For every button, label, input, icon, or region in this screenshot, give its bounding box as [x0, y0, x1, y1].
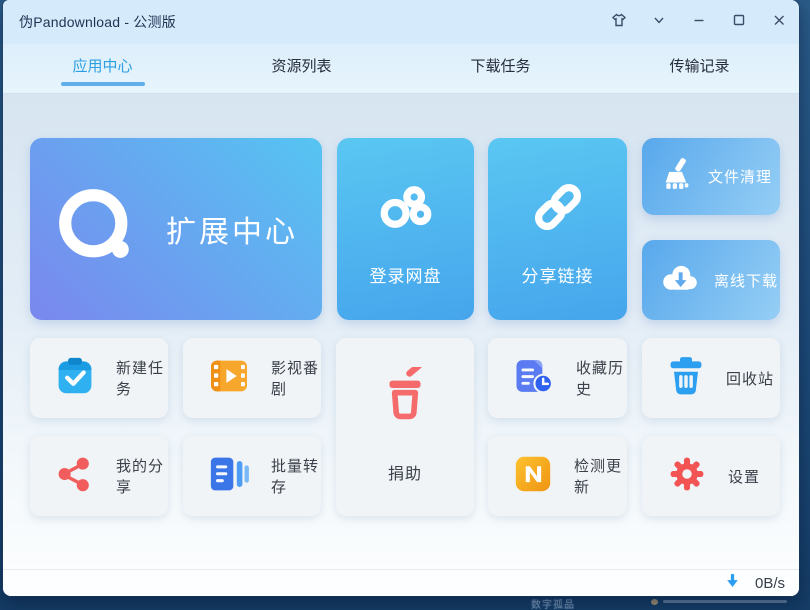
letter-n-badge-icon — [514, 455, 552, 498]
tab-label: 传输记录 — [669, 55, 729, 76]
close-button[interactable] — [759, 0, 799, 44]
tabbar: 应用中心 资源列表 下载任务 传输记录 — [3, 44, 799, 94]
tile-label: 检测更新 — [574, 455, 627, 497]
tab-app-center[interactable]: 应用中心 — [3, 44, 202, 93]
tile-movies[interactable]: 影视番剧 — [183, 338, 321, 418]
pages-bars-icon — [209, 455, 249, 498]
tab-transfer-records[interactable]: 传输记录 — [600, 44, 799, 93]
tile-label: 新建任务 — [116, 357, 168, 399]
drink-cup-icon — [380, 366, 430, 428]
theme-skin-button[interactable] — [599, 0, 639, 44]
desktop-artifact-dot — [651, 599, 658, 605]
tile-settings[interactable]: 设置 — [642, 436, 780, 516]
tile-label: 登录网盘 — [370, 262, 442, 287]
cloud-download-icon — [660, 262, 700, 298]
broom-icon — [660, 157, 694, 196]
tile-label: 捐助 — [388, 460, 422, 484]
tile-my-share[interactable]: 我的分享 — [30, 436, 168, 516]
theme-skin-icon — [611, 12, 627, 33]
tile-label: 影视番剧 — [271, 357, 321, 399]
maximize-button[interactable] — [719, 0, 759, 44]
tile-extension-center[interactable]: 扩展中心 — [30, 138, 322, 320]
titlebar: 伪Pandownload - 公测版 — [3, 0, 799, 44]
tile-file-clean[interactable]: 文件清理 — [642, 138, 780, 215]
app-center-content: 扩展中心 登录网盘 分 — [3, 94, 799, 569]
download-speed: 0B/s — [755, 575, 785, 592]
tab-label: 下载任务 — [470, 55, 530, 76]
tile-label: 批量转存 — [271, 455, 321, 497]
tile-label: 分享链接 — [522, 262, 594, 287]
maximize-icon — [731, 12, 747, 33]
tile-label: 收藏历史 — [576, 357, 627, 399]
share-nodes-icon — [56, 455, 94, 498]
tile-share-link[interactable]: 分享链接 — [488, 138, 627, 320]
desktop-artifact-line — [663, 600, 787, 603]
tab-resource-list[interactable]: 资源列表 — [202, 44, 401, 93]
minimize-icon — [691, 12, 707, 33]
tile-label: 回收站 — [726, 368, 774, 389]
tile-login-netdisk[interactable]: 登录网盘 — [337, 138, 474, 320]
tile-label: 扩展中心 — [166, 207, 298, 251]
gear-icon — [668, 455, 706, 498]
tile-new-task[interactable]: 新建任务 — [30, 338, 168, 418]
chain-link-icon — [529, 152, 587, 262]
tile-label: 我的分享 — [116, 455, 168, 497]
tab-download-tasks[interactable]: 下载任务 — [401, 44, 600, 93]
close-icon — [771, 12, 787, 33]
app-window: 伪Pandownload - 公测版 — [3, 0, 799, 596]
chevron-down-icon — [651, 12, 667, 33]
document-clock-icon — [514, 357, 554, 400]
clipboard-check-icon — [56, 356, 94, 401]
netdisk-cloud-icon — [377, 152, 435, 262]
ring-icon — [54, 184, 140, 275]
tab-label: 应用中心 — [72, 55, 132, 76]
minimize-button[interactable] — [679, 0, 719, 44]
active-tab-underline — [61, 82, 145, 86]
download-arrow-icon — [726, 573, 739, 593]
tile-batch-save[interactable]: 批量转存 — [183, 436, 321, 516]
tile-check-update[interactable]: 检测更新 — [488, 436, 627, 516]
window-title: 伪Pandownload - 公测版 — [19, 12, 176, 32]
dropdown-button[interactable] — [639, 0, 679, 44]
tile-label: 离线下载 — [714, 270, 778, 291]
tab-label: 资源列表 — [271, 55, 331, 76]
tile-donate[interactable]: 捐助 — [336, 338, 474, 516]
titlebar-controls — [599, 0, 799, 44]
tile-label: 设置 — [728, 466, 760, 487]
tile-offline-download[interactable]: 离线下载 — [642, 240, 780, 320]
statusbar: 0B/s — [3, 569, 799, 596]
trash-icon — [668, 356, 704, 401]
tile-favorites-history[interactable]: 收藏历史 — [488, 338, 627, 418]
desktop-watermark: 数字孤品 — [531, 596, 575, 610]
film-play-icon — [209, 358, 249, 399]
tile-label: 文件清理 — [708, 166, 772, 187]
tile-recycle-bin[interactable]: 回收站 — [642, 338, 780, 418]
